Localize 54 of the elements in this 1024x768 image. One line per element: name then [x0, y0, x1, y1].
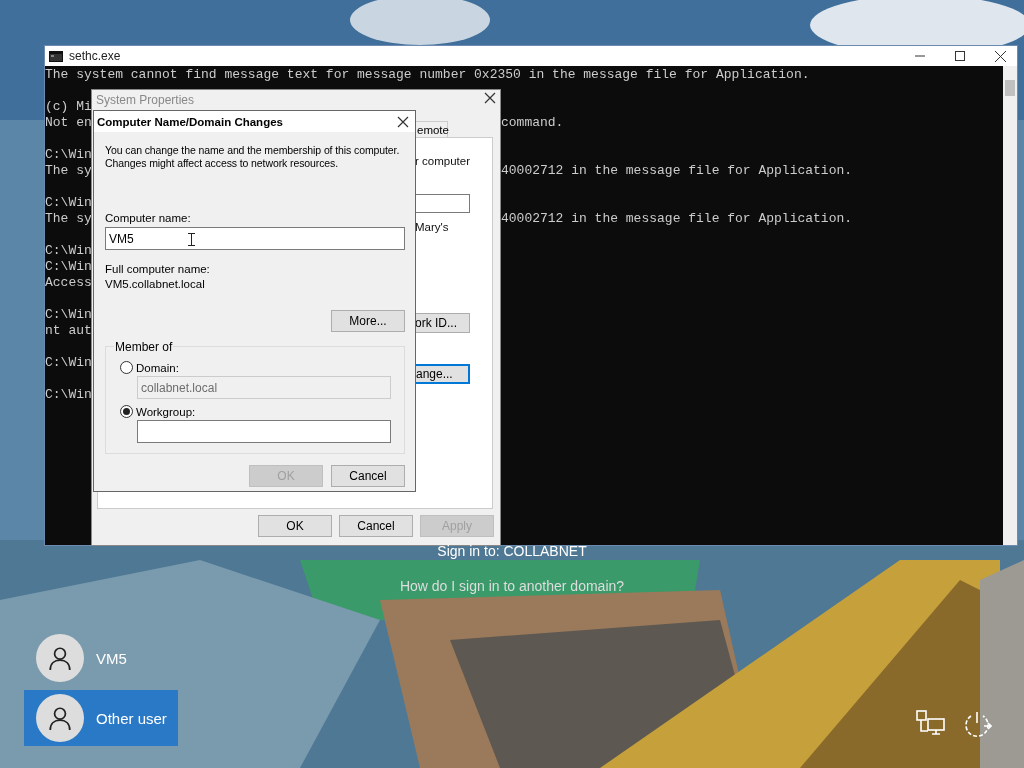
- option-label: Domain:: [136, 361, 179, 374]
- computer-name-field[interactable]: VM5: [105, 227, 405, 250]
- maximize-icon: [955, 51, 965, 61]
- person-icon: [47, 705, 73, 731]
- console-text: Not en: [45, 115, 92, 131]
- field-label: Computer name:: [105, 212, 192, 224]
- radio-button[interactable]: [120, 361, 133, 374]
- user-tile[interactable]: Other user: [24, 690, 178, 746]
- network-icon[interactable]: [916, 710, 946, 736]
- sign-in-text: Sign in to: COLLABNET: [437, 543, 587, 559]
- full-name-text: VM5.collabnet.local: [105, 278, 206, 290]
- close-button[interactable]: [397, 115, 409, 128]
- console-text: 40002712 in the message file for Application.: [501, 211, 853, 227]
- console-text: nt aut: [45, 323, 92, 338]
- console-text: C:\Win: [45, 147, 92, 162]
- console-text: C:\Win: [45, 259, 92, 274]
- console-text: The system cannot find message text for message number 0x2350 in the message file for Application.: [45, 67, 810, 82]
- radio-button[interactable]: [120, 405, 133, 418]
- dialog-button[interactable]: Cancel: [331, 465, 405, 487]
- console-icon: [49, 50, 63, 62]
- group-title: Member of: [114, 340, 174, 354]
- option-label: Workgroup:: [136, 405, 196, 418]
- console-text: C:\Win: [45, 307, 92, 322]
- input-field[interactable]: collabnet.local: [137, 376, 391, 399]
- console-text: C:\Win: [45, 355, 92, 370]
- console-text: (c) Mi: [45, 99, 92, 114]
- console-text: C:\Win: [45, 195, 92, 210]
- description-text: You can change the name and the membership of this computer. Changes might affect access to network resources.: [105, 144, 401, 170]
- console-text: The sy: [45, 163, 92, 179]
- more-button[interactable]: More...: [331, 310, 405, 332]
- scroll-bar[interactable]: [1003, 66, 1017, 545]
- person-icon: [47, 645, 73, 671]
- dialog-button[interactable]: OK: [258, 515, 332, 537]
- console-text: 40002712 in the message file for Application.: [501, 163, 853, 179]
- power-icon[interactable]: [962, 710, 992, 738]
- change-button[interactable]: ange...: [414, 364, 470, 384]
- console-text: Access: [45, 275, 92, 290]
- close-icon: [994, 50, 1006, 62]
- window-title: sethc.exe: [69, 49, 122, 63]
- text-cursor-icon: [188, 233, 195, 246]
- dialog-title: Computer Name/Domain Changes: [97, 115, 283, 128]
- input-field[interactable]: [414, 194, 470, 213]
- console-text: The sy: [45, 211, 92, 227]
- input-field[interactable]: [137, 420, 391, 443]
- console-text: C:\Win: [45, 243, 92, 258]
- dialog-title: System Properties: [96, 93, 195, 107]
- console-text: C:\Win: [45, 387, 92, 402]
- network-id-button[interactable]: ork ID...: [414, 313, 470, 333]
- console-text: command.: [501, 115, 564, 131]
- field-label: Full computer name:: [105, 263, 211, 275]
- dialog-button[interactable]: Cancel: [339, 515, 413, 537]
- description-text: r computer: [415, 155, 470, 167]
- example-text: Mary's: [415, 221, 449, 233]
- close-button[interactable]: [484, 92, 496, 104]
